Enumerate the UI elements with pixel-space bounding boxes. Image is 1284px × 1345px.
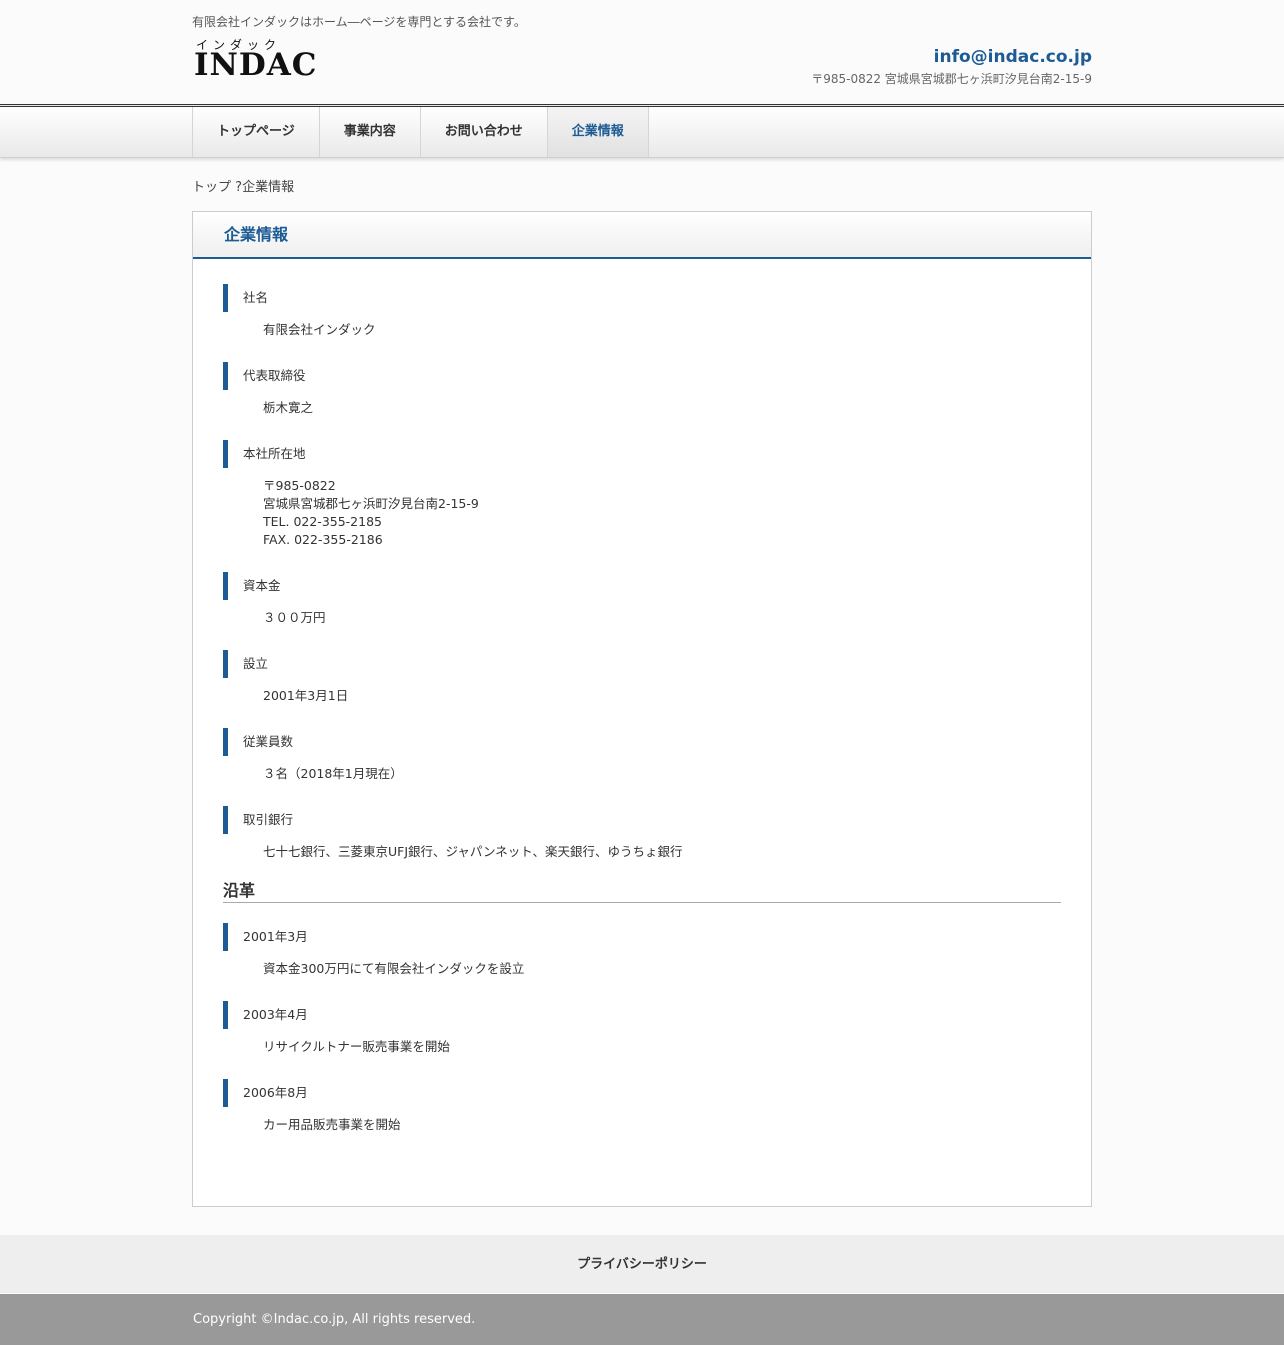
- company-info-value-line: ３００万円: [263, 610, 326, 625]
- global-nav: トップページ 事業内容 お問い合わせ 企業情報: [0, 104, 1284, 158]
- nav-item-business[interactable]: 事業内容: [320, 107, 421, 157]
- history-label: 2001年3月: [223, 923, 1061, 951]
- nav-item-label: 事業内容: [343, 124, 396, 139]
- history-label: 2003年4月: [223, 1001, 1061, 1029]
- site-tagline: 有限会社インダックはホーム―ページを専門とする会社です。: [192, 15, 526, 29]
- nav-item-company[interactable]: 企業情報: [547, 107, 649, 157]
- company-info-label: 設立: [223, 650, 1061, 678]
- company-info-value: 2001年3月1日: [223, 687, 1061, 705]
- history-value: リサイクルトナー販売事業を開始: [223, 1038, 1061, 1056]
- company-info-item: 従業員数 ３名（2018年1月現在）: [223, 728, 1061, 783]
- company-info-item: 社名有限会社インダック: [223, 284, 1061, 339]
- history-value-line: 資本金300万円にて有限会社インダックを設立: [263, 961, 525, 976]
- copyright-text: Copyright ©Indac.co.jp, All rights reser…: [193, 1312, 476, 1327]
- company-info-body: 社名有限会社インダック代表取締役栃木寛之本社所在地〒985-0822 宮城県宮城郡…: [193, 259, 1091, 1134]
- company-info-value-line: 2001年3月1日: [263, 688, 349, 703]
- company-info-label: 取引銀行: [223, 806, 1061, 834]
- history-item: 2003年4月リサイクルトナー販売事業を開始: [223, 1001, 1061, 1056]
- company-info-label: 資本金: [223, 572, 1061, 600]
- history-label: 2006年8月: [223, 1079, 1061, 1107]
- breadcrumb: トップ ?企業情報: [192, 176, 1092, 196]
- logo-text: INDAC: [194, 47, 318, 83]
- company-info-value: ３名（2018年1月現在）: [223, 765, 1061, 783]
- copyright-bar: Copyright ©Indac.co.jp, All rights reser…: [0, 1294, 1284, 1345]
- history-item: 2001年3月資本金300万円にて有限会社インダックを設立: [223, 923, 1061, 978]
- history-item: 2006年8月カー用品販売事業を開始: [223, 1079, 1061, 1134]
- company-info-item: 代表取締役栃木寛之: [223, 362, 1061, 417]
- page-title: 企業情報: [193, 212, 1091, 259]
- header-address: 〒985-0822 宮城県宮城郡七ヶ浜町汐見台南2-15-9: [811, 72, 1092, 86]
- history-value-line: カー用品販売事業を開始: [263, 1117, 401, 1132]
- site-header: 有限会社インダックはホーム―ページを専門とする会社です。 インダック INDAC…: [0, 0, 1284, 104]
- company-info-item: 取引銀行七十七銀行、三菱東京UFJ銀行、ジャパンネット、楽天銀行、ゆうちょ銀行: [223, 806, 1061, 861]
- company-info-value-line: TEL. 022-355-2185: [263, 514, 382, 529]
- header-email-link[interactable]: info@indac.co.jp: [934, 47, 1092, 67]
- company-info-value: 七十七銀行、三菱東京UFJ銀行、ジャパンネット、楽天銀行、ゆうちょ銀行: [223, 843, 1061, 861]
- history-value: カー用品販売事業を開始: [223, 1116, 1061, 1134]
- footer-links: プライバシーポリシー: [0, 1235, 1284, 1293]
- company-info-panel: 企業情報 社名有限会社インダック代表取締役栃木寛之本社所在地〒985-0822 宮…: [192, 211, 1092, 1207]
- company-info-value: ３００万円: [223, 609, 1061, 627]
- history-heading: 沿革: [223, 880, 1061, 903]
- history-list: 2001年3月資本金300万円にて有限会社インダックを設立 2003年4月リサイク…: [223, 923, 1061, 1134]
- breadcrumb-home-link[interactable]: トップ: [192, 180, 231, 195]
- nav-item-top[interactable]: トップページ: [193, 107, 320, 157]
- nav-item-label: トップページ: [217, 124, 295, 139]
- company-info-label: 社名: [223, 284, 1061, 312]
- breadcrumb-current: 企業情報: [242, 180, 295, 195]
- company-info-item: 設立 2001年3月1日: [223, 650, 1061, 705]
- nav-item-contact[interactable]: お問い合わせ: [421, 107, 548, 157]
- company-info-list: 社名有限会社インダック代表取締役栃木寛之本社所在地〒985-0822 宮城県宮城郡…: [223, 284, 1061, 861]
- company-info-value-line: 有限会社インダック: [263, 322, 376, 337]
- company-info-value-line: 栃木寛之: [263, 400, 314, 415]
- history-value-line: リサイクルトナー販売事業を開始: [263, 1039, 450, 1054]
- company-info-value-line: FAX. 022-355-2186: [263, 532, 383, 547]
- history-value: 資本金300万円にて有限会社インダックを設立: [223, 960, 1061, 978]
- company-info-value-line: 〒985-0822: [263, 478, 336, 493]
- company-info-value-line: 七十七銀行、三菱東京UFJ銀行、ジャパンネット、楽天銀行、ゆうちょ銀行: [263, 844, 683, 859]
- company-info-item: 本社所在地〒985-0822 宮城県宮城郡七ヶ浜町汐見台南2-15-9 TEL. 0…: [223, 440, 1061, 549]
- company-info-label: 従業員数: [223, 728, 1061, 756]
- company-info-label: 本社所在地: [223, 440, 1061, 468]
- company-info-item: 資本金 ３００万円: [223, 572, 1061, 627]
- site-logo[interactable]: インダック INDAC: [194, 38, 324, 84]
- company-info-label: 代表取締役: [223, 362, 1061, 390]
- company-info-value-line: ３名（2018年1月現在）: [263, 766, 403, 781]
- company-info-value: 有限会社インダック: [223, 321, 1061, 339]
- company-info-value-line: 宮城県宮城郡七ヶ浜町汐見台南2-15-9: [263, 496, 479, 511]
- company-info-value: 栃木寛之: [223, 399, 1061, 417]
- company-info-value: 〒985-0822 宮城県宮城郡七ヶ浜町汐見台南2-15-9 TEL. 022-35…: [223, 477, 1061, 549]
- nav-item-label: お問い合わせ: [444, 124, 523, 139]
- privacy-policy-link[interactable]: プライバシーポリシー: [577, 1257, 707, 1272]
- nav-item-label: 企業情報: [571, 124, 624, 139]
